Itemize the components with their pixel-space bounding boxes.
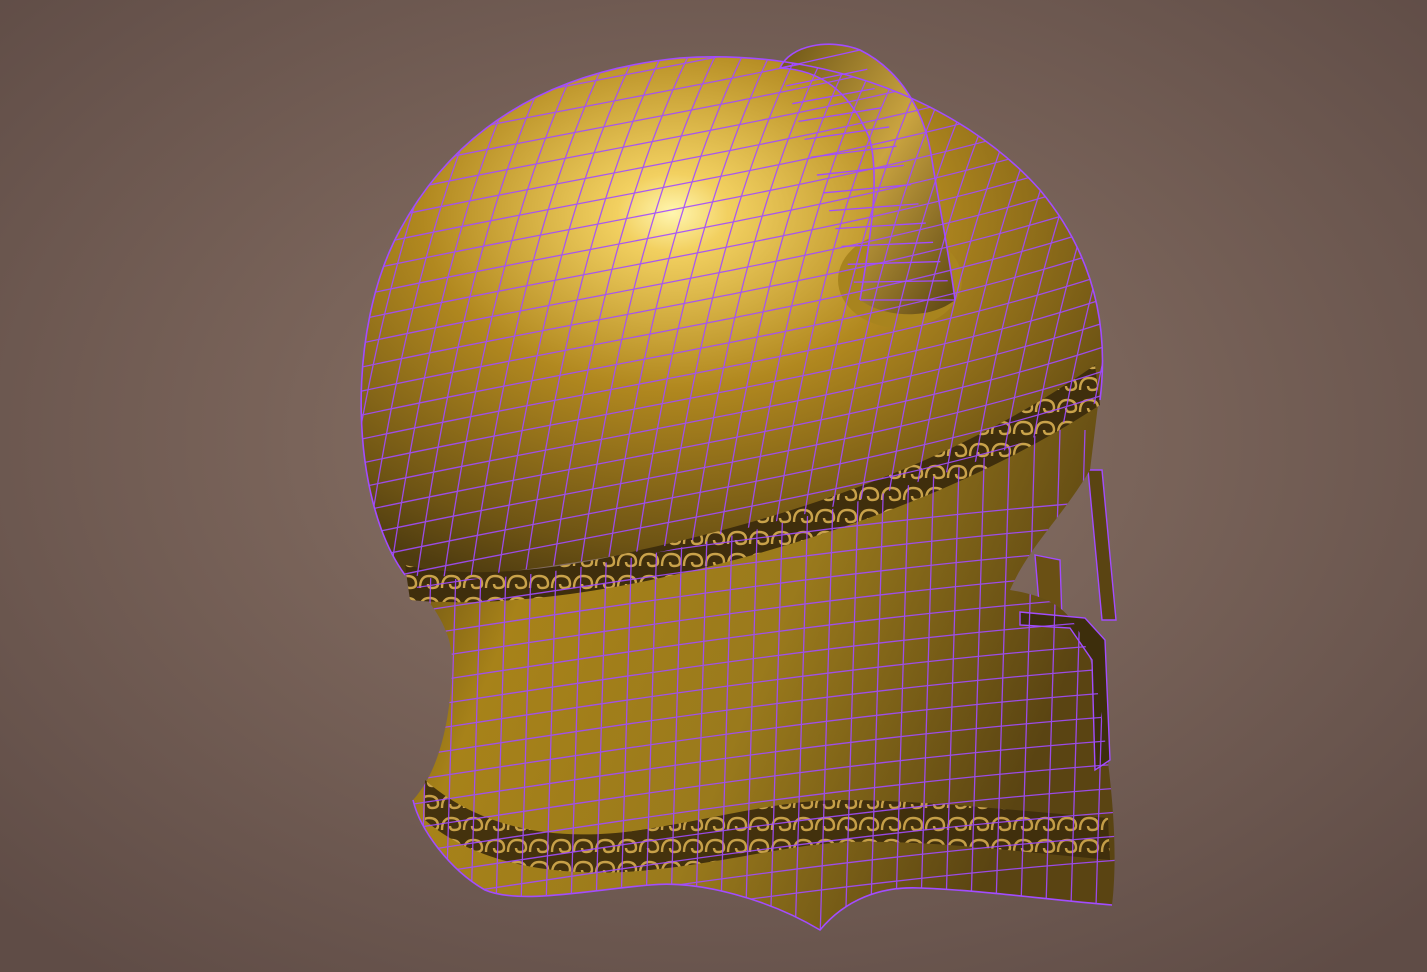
3d-viewport[interactable] [0,0,1427,972]
helmet-render [0,0,1427,972]
